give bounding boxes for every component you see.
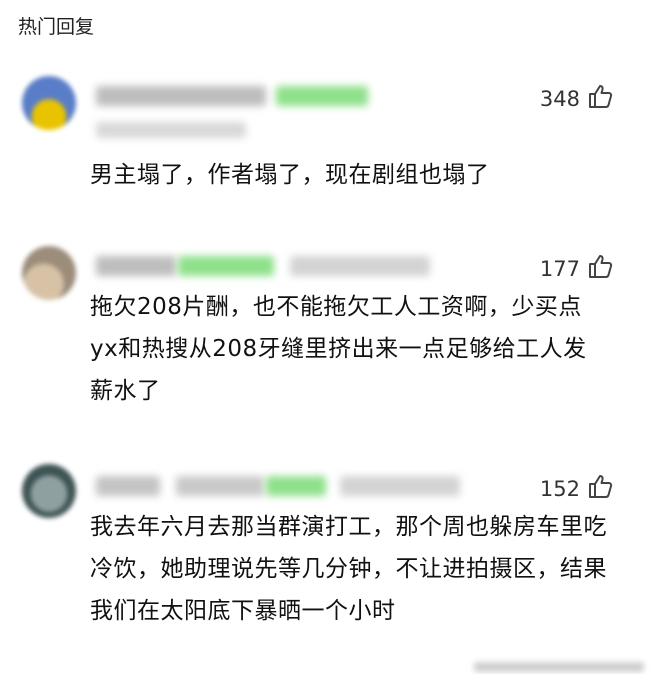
meta-blurred <box>96 122 246 138</box>
hot-replies-panel: 热门回复 348 男主塌了，作者塌了，现在剧组也塌了 177 拖欠208片酬，也… <box>0 0 654 674</box>
avatar[interactable] <box>22 246 76 300</box>
like-count: 152 <box>539 476 580 501</box>
avatar[interactable] <box>22 464 76 518</box>
like-count: 348 <box>539 86 580 111</box>
like-button[interactable]: 177 <box>540 252 614 285</box>
comment-text: 男主塌了，作者塌了，现在剧组也塌了 <box>90 162 490 188</box>
username-blurred[interactable] <box>96 256 176 276</box>
avatar[interactable] <box>22 76 76 130</box>
username-blurred[interactable] <box>96 476 160 496</box>
thumbs-up-icon <box>586 82 614 115</box>
meta-blurred <box>340 476 460 496</box>
like-button[interactable]: 348 <box>540 82 614 115</box>
watermark-blurred <box>474 662 644 672</box>
meta-blurred <box>290 256 430 276</box>
comment-text: 我去年六月去那当群演打工，那个周也躲房车里吃冷饮，她助理说先等几分钟，不让进拍摄… <box>90 514 607 624</box>
thumbs-up-icon <box>586 252 614 285</box>
user-badge-blurred <box>178 256 274 276</box>
like-button[interactable]: 152 <box>540 472 614 505</box>
user-badge-blurred <box>276 86 368 106</box>
user-badge-blurred <box>176 476 264 496</box>
user-badge-green-blurred <box>266 476 326 496</box>
username-blurred[interactable] <box>96 86 266 106</box>
comment-text: 拖欠208片酬，也不能拖欠工人工资啊，少买点yx和热搜从208牙缝里挤出来一点足… <box>90 294 587 404</box>
like-count: 177 <box>539 256 580 281</box>
thumbs-up-icon <box>586 472 614 505</box>
section-title: 热门回复 <box>18 16 95 38</box>
